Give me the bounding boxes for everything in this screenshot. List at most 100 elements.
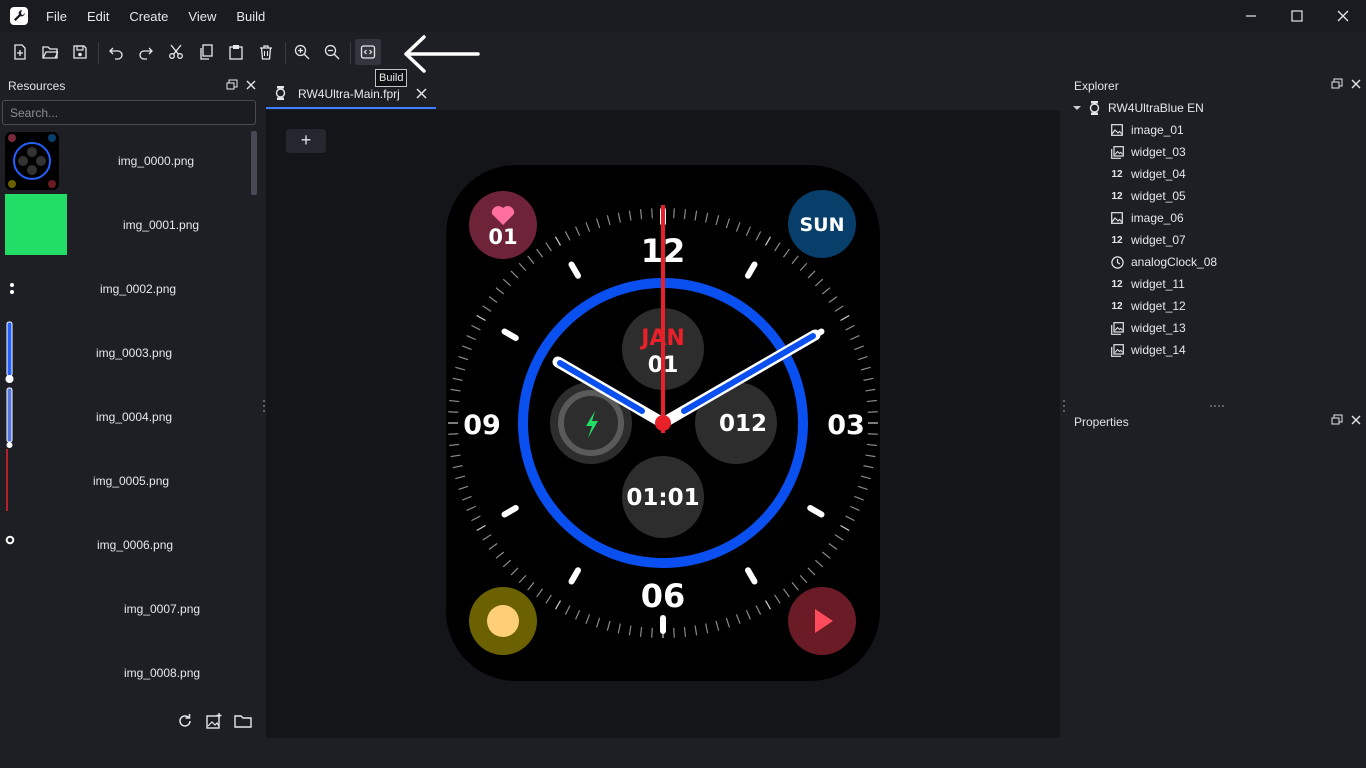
scrollbar-thumb[interactable] (251, 131, 257, 195)
close-panel-icon[interactable] (1350, 78, 1362, 90)
tree-item-label: widget_03 (1131, 145, 1186, 159)
resource-name: img_0002.png (100, 282, 177, 296)
clock-icon (1110, 255, 1124, 269)
delete-icon (260, 45, 272, 60)
tree-item[interactable]: 12 widget_04 (1110, 163, 1185, 185)
tree-item[interactable]: image_06 (1110, 207, 1184, 229)
build-icon (360, 45, 376, 59)
open-folder-icon (42, 46, 58, 59)
menu-create[interactable]: Create (119, 0, 178, 32)
list-item[interactable]: img_0002.png (0, 257, 250, 321)
minute-tick (448, 433, 459, 435)
maximize-button[interactable] (1274, 0, 1320, 32)
new-file-button[interactable] (7, 39, 33, 65)
copy-button[interactable] (193, 39, 219, 65)
number-icon: 12 (1111, 234, 1123, 246)
watch-face-preview[interactable]: 01 SUN JAN 01 012 01:01 12 03 06 09 (446, 165, 880, 681)
left-splitter-handle[interactable] (263, 399, 265, 413)
menu-view[interactable]: View (178, 0, 226, 32)
tree-item[interactable]: 12 widget_12 (1110, 295, 1185, 317)
cut-button[interactable] (163, 39, 189, 65)
minimize-button[interactable] (1228, 0, 1274, 32)
blue-hand-thumbnail (5, 321, 14, 383)
add-image-icon[interactable] (205, 712, 223, 730)
undo-button[interactable] (103, 39, 129, 65)
list-item[interactable]: img_0000.png (0, 129, 250, 193)
tree-item[interactable]: image_01 (1110, 119, 1184, 141)
tree-item[interactable]: widget_14 (1110, 339, 1186, 361)
tab-main-project[interactable]: RW4Ultra-Main.fprj (266, 81, 436, 109)
save-button[interactable] (67, 39, 93, 65)
float-panel-icon[interactable] (1331, 414, 1343, 426)
resource-name: img_0001.png (123, 218, 200, 232)
folder-icon[interactable] (234, 712, 252, 730)
chevron-down-icon[interactable] (1072, 103, 1082, 113)
float-panel-icon[interactable] (226, 79, 238, 91)
toolbar-separator (98, 42, 99, 64)
delete-button[interactable] (253, 39, 279, 65)
list-item[interactable]: img_0003.png (0, 321, 250, 385)
resource-scrollbar[interactable] (250, 129, 258, 705)
tree-root-item[interactable]: RW4UltraBlue EN (1072, 97, 1204, 119)
list-item[interactable]: img_0006.png (0, 513, 250, 577)
open-button[interactable] (37, 39, 63, 65)
brightness-complication[interactable] (469, 587, 537, 655)
tree-item[interactable]: widget_03 (1110, 141, 1186, 163)
tree-item-label: analogClock_08 (1131, 255, 1218, 269)
new-file-icon (14, 44, 26, 60)
list-item[interactable]: img_0004.png (0, 385, 250, 449)
zoom-in-button[interactable] (289, 39, 315, 65)
toolbar (0, 32, 1366, 73)
redo-button[interactable] (133, 39, 159, 65)
tree-item[interactable]: 12 widget_05 (1110, 185, 1186, 207)
paste-button[interactable] (223, 39, 249, 65)
resource-name: img_0007.png (124, 602, 201, 616)
toolbar-separator (350, 42, 351, 64)
number-icon: 12 (1111, 300, 1123, 312)
image-icon (1110, 123, 1124, 137)
close-tab-icon[interactable] (416, 88, 427, 99)
horizontal-splitter-handle[interactable] (1209, 404, 1227, 408)
zoom-out-button[interactable] (319, 39, 345, 65)
menu-build[interactable]: Build (226, 0, 275, 32)
music-complication[interactable] (788, 587, 856, 655)
resource-name: img_0004.png (96, 410, 173, 424)
list-item[interactable]: img_0007.png (0, 577, 250, 641)
right-splitter-handle[interactable] (1063, 399, 1065, 413)
tree-item[interactable]: analogClock_08 (1110, 251, 1217, 273)
build-button[interactable] (355, 39, 381, 65)
float-panel-icon[interactable] (1331, 78, 1343, 90)
hour-6-label: 06 (641, 577, 686, 615)
refresh-icon[interactable] (176, 712, 194, 730)
list-item[interactable]: img_0001.png (0, 193, 250, 257)
tree-item[interactable]: 12 widget_07 (1110, 229, 1185, 251)
tree-item[interactable]: 12 widget_11 (1110, 273, 1185, 295)
close-window-button[interactable] (1320, 0, 1366, 32)
menu-edit[interactable]: Edit (77, 0, 119, 32)
arrow-left-annotation-icon (404, 35, 480, 73)
minute-tick (673, 627, 675, 638)
tree-item[interactable]: widget_13 (1110, 317, 1186, 339)
minute-tick (448, 411, 459, 413)
minute-tick (867, 411, 878, 413)
minute-tick (651, 627, 653, 638)
close-panel-icon[interactable] (245, 79, 257, 91)
heart-rate-complication[interactable]: 01 (469, 191, 537, 259)
resource-search-input[interactable]: Search... (2, 100, 256, 125)
digital-time-complication: 01:01 (622, 456, 704, 538)
list-item[interactable]: img_0005.png (0, 449, 250, 513)
explorer-panel-title: Explorer (1074, 79, 1119, 93)
save-icon (73, 45, 87, 59)
tree-item-label: widget_05 (1131, 189, 1186, 203)
menu-file[interactable]: File (36, 0, 77, 32)
add-element-button[interactable]: + (286, 129, 326, 153)
weekday-complication[interactable]: SUN (788, 190, 856, 258)
tree-item-label: widget_11 (1131, 277, 1185, 291)
number-icon: 12 (1111, 190, 1123, 202)
watch-icon (275, 86, 286, 100)
tab-label: RW4Ultra-Main.fprj (298, 87, 400, 101)
list-item[interactable]: img_0008.png (0, 641, 250, 705)
close-panel-icon[interactable] (1350, 414, 1362, 426)
heart-rate-value: 01 (488, 225, 517, 249)
copy-icon (200, 44, 213, 60)
